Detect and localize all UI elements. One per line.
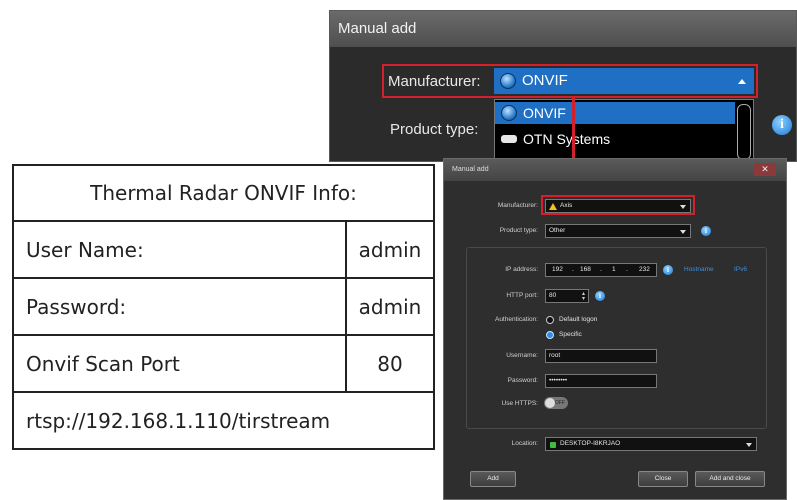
location-value: DESKTOP-I8KRJAO — [560, 440, 621, 447]
globe-icon — [501, 105, 517, 121]
zoom-product-type-label: Product type: — [390, 121, 479, 138]
zoomed-manual-add-panel: Manual add Manufacturer: ONVIF Product t… — [329, 10, 797, 162]
add-button[interactable]: Add — [470, 471, 516, 487]
row-value-username: admin — [345, 220, 435, 279]
location-label: Location: — [511, 440, 538, 447]
authentication-label: Authentication: — [494, 316, 538, 323]
product-type-select[interactable]: Other — [545, 224, 691, 238]
zoom-manufacturer-value: ONVIF — [522, 72, 568, 89]
ip-octet-4: 232 — [639, 266, 650, 273]
username-label: Username: — [506, 352, 538, 359]
password-label: Password: — [507, 377, 538, 384]
add-and-close-button[interactable]: Add and close — [695, 471, 765, 487]
chevron-down-icon — [746, 443, 752, 447]
product-type-label: Product type: — [499, 227, 538, 234]
chevron-down-icon — [680, 230, 686, 234]
manufacturer-select[interactable]: Axis — [545, 199, 691, 213]
manual-add-dialog: Manual add ✕ Manufacturer: Axis Product … — [443, 158, 787, 500]
ip-separator: . — [626, 266, 628, 273]
table-row: Password: admin — [12, 277, 435, 336]
dropdown-option-onvif[interactable]: ONVIF — [495, 102, 735, 124]
ip-address-field[interactable]: 192 . 168 . 1 . 232 — [545, 263, 657, 277]
info-icon[interactable]: i — [772, 115, 792, 135]
manufacturer-label: Manufacturer: — [497, 202, 538, 209]
zoom-title: Manual add — [330, 11, 796, 47]
row-label-password: Password: — [12, 277, 347, 336]
http-port-label: HTTP port: — [506, 292, 538, 299]
spinner-icon[interactable]: ▴ ▾ — [582, 291, 585, 302]
ip-separator: . — [600, 266, 602, 273]
close-button[interactable]: Close — [638, 471, 688, 487]
dialog-title: Manual add — [444, 159, 786, 181]
ip-octet-3: 1 — [612, 266, 616, 273]
hostname-link[interactable]: Hostname — [684, 266, 714, 273]
dropdown-option-otn-systems[interactable]: OTN Systems — [495, 128, 735, 150]
row-label-username: User Name: — [12, 220, 347, 279]
password-field[interactable]: •••••••• — [545, 374, 657, 388]
http-port-value: 80 — [549, 292, 557, 299]
chevron-up-icon — [738, 79, 746, 84]
dropdown-option-label: ONVIF — [523, 105, 566, 121]
globe-icon — [500, 73, 516, 89]
otn-logo-icon — [501, 135, 517, 143]
axis-logo-icon — [549, 203, 557, 210]
table-title: Thermal Radar ONVIF Info: — [12, 164, 435, 222]
close-icon[interactable]: ✕ — [754, 163, 776, 176]
row-value-password: admin — [345, 277, 435, 336]
row-label-scan-port: Onvif Scan Port — [12, 334, 347, 393]
ip-separator: . — [572, 266, 574, 273]
ip-octet-2: 168 — [580, 266, 591, 273]
manufacturer-value: Axis — [560, 202, 573, 209]
zoom-manufacturer-select[interactable]: ONVIF — [494, 68, 754, 94]
info-icon[interactable]: i — [701, 226, 711, 236]
zoom-manufacturer-dropdown-list: ONVIF OTN Systems — [494, 99, 754, 161]
info-icon[interactable]: i — [595, 291, 605, 301]
ip-octet-1: 192 — [552, 266, 563, 273]
chevron-down-icon — [680, 205, 686, 209]
radio-default-logon[interactable] — [546, 316, 554, 324]
dropdown-scrollbar[interactable] — [737, 104, 751, 160]
http-port-stepper[interactable]: 80 ▴ ▾ — [545, 289, 589, 303]
use-https-label: Use HTTPS: — [501, 400, 538, 407]
product-type-value: Other — [549, 227, 566, 234]
rtsp-url: rtsp://192.168.1.110/tirstream — [12, 391, 435, 450]
ipv6-link[interactable]: IPv6 — [734, 266, 747, 273]
radio-specific[interactable] — [546, 331, 554, 339]
radio-default-logon-label: Default logon — [559, 316, 598, 323]
ip-address-label: IP address: — [505, 266, 538, 273]
use-https-toggle[interactable]: OFF — [544, 397, 568, 409]
dropdown-option-label: OTN Systems — [523, 131, 611, 147]
radio-specific-label: Specific — [559, 331, 582, 338]
location-icon — [550, 442, 556, 448]
table-row: User Name: admin — [12, 220, 435, 279]
table-row: rtsp://192.168.1.110/tirstream — [12, 391, 435, 450]
info-icon[interactable]: i — [663, 265, 673, 275]
username-field[interactable]: root — [545, 349, 657, 363]
onvif-info-table: Thermal Radar ONVIF Info: User Name: adm… — [12, 164, 435, 450]
table-row: Onvif Scan Port 80 — [12, 334, 435, 393]
row-value-scan-port: 80 — [345, 334, 435, 393]
location-select[interactable]: DESKTOP-I8KRJAO — [545, 437, 757, 451]
